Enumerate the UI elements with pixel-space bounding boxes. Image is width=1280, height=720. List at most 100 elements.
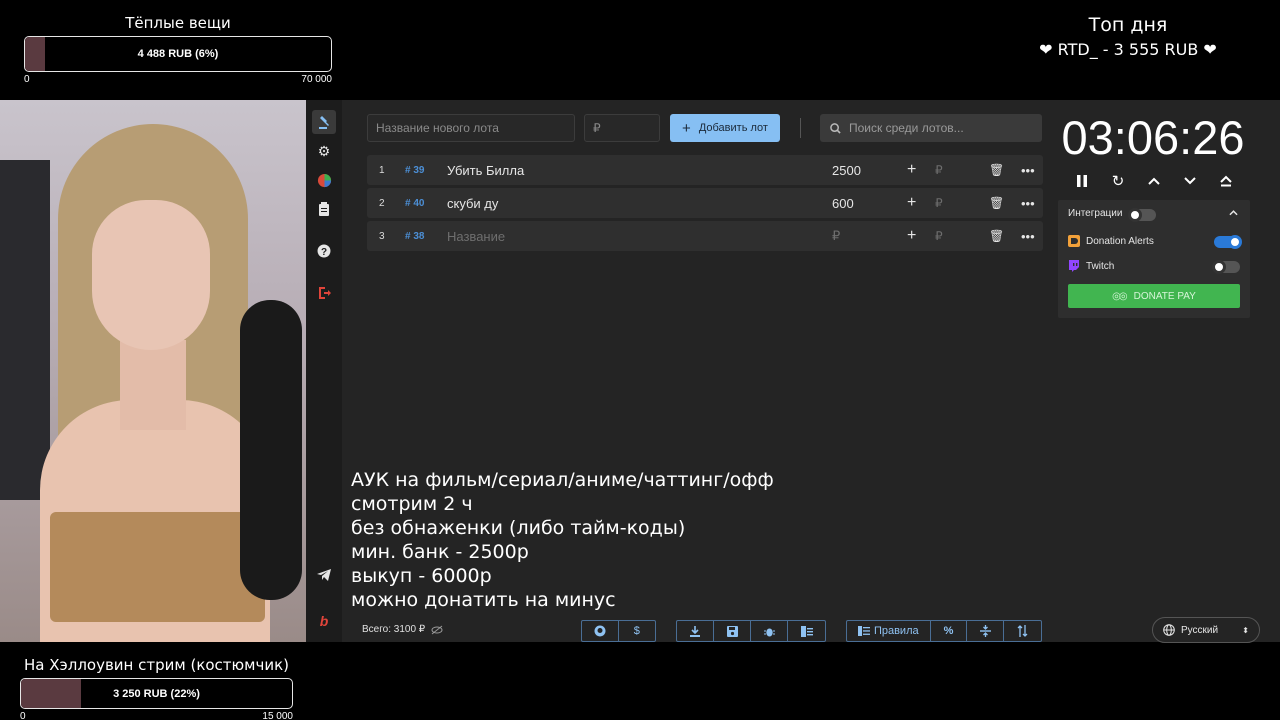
download-icon[interactable] <box>677 621 714 641</box>
gavel-icon[interactable] <box>312 110 336 134</box>
lot-amount-input[interactable]: ₽ <box>584 114 660 142</box>
save-icon[interactable] <box>714 621 751 641</box>
chevron-down-icon[interactable] <box>1178 170 1202 192</box>
bug-icon[interactable] <box>751 621 788 641</box>
lot-name[interactable]: Название <box>447 221 505 251</box>
add-amount-icon[interactable]: + <box>907 188 916 218</box>
twitch-toggle[interactable] <box>1212 260 1240 274</box>
select-arrows-icon: ⬍ <box>1242 625 1249 635</box>
eye-off-icon[interactable] <box>431 625 443 635</box>
rules-label: Правила <box>873 625 919 637</box>
boosty-icon[interactable]: b <box>312 609 336 633</box>
rule-line: смотрим 2 ч <box>351 493 473 515</box>
goal-scale: 0 15 000 <box>20 711 293 720</box>
rule-line: можно донатить на минус <box>351 589 616 611</box>
sort-icon[interactable] <box>1004 621 1041 641</box>
chevron-up-icon[interactable] <box>1142 170 1166 192</box>
total-label: Всего: 3100 ₽ <box>362 624 426 635</box>
footer-group-links: $ <box>581 620 656 642</box>
twitch-label: Twitch <box>1086 260 1115 272</box>
add-lot-label: Добавить лот <box>698 122 768 134</box>
total-amount: Всего: 3100 ₽ <box>362 624 443 635</box>
trash-icon[interactable]: 🗑 <box>989 155 1004 185</box>
gear-icon[interactable]: ⚙ <box>312 139 336 163</box>
webcam-feed <box>0 100 306 642</box>
lot-id: # 40 <box>405 197 425 209</box>
add-amount-icon[interactable]: + <box>907 221 916 251</box>
add-amount-icon[interactable]: + <box>907 155 916 185</box>
pie-chart-icon[interactable] <box>312 168 336 192</box>
lot-id: # 38 <box>405 230 425 242</box>
goal-title: На Хэллоувин стрим (костюмчик) <box>23 656 290 674</box>
lot-row: 1 # 39 Убить Билла 2500 + ₽ 🗑 ••• <box>367 155 1043 185</box>
goal-widget-bottom: На Хэллоувин стрим (костюмчик) 3 250 RUB… <box>20 656 293 720</box>
eject-icon[interactable] <box>1214 170 1238 192</box>
more-icon[interactable]: ••• <box>1021 221 1035 251</box>
top-day-widget: Топ дня ❤ RTD_ - 3 555 RUB ❤ <box>1038 14 1218 59</box>
goal-min: 0 <box>20 711 26 720</box>
clipboard-icon[interactable] <box>312 197 336 221</box>
plus-icon: + <box>682 119 691 137</box>
archive-icon[interactable] <box>788 621 825 641</box>
donate-pay-icon: ◎◎ <box>1112 290 1128 302</box>
goal-widget-top: Тёплые вещи 4 488 RUB (6%) 0 70 000 <box>24 14 332 85</box>
lot-row: 2 # 40 скуби ду 600 + ₽ 🗑 ••• <box>367 188 1043 218</box>
add-lot-button[interactable]: + Добавить лот <box>670 114 780 142</box>
sidebar: ⚙ ? b <box>306 100 342 642</box>
rule-line: без обнаженки (либо тайм-коды) <box>351 517 686 539</box>
more-icon[interactable]: ••• <box>1021 188 1035 218</box>
integrations-toggle[interactable] <box>1128 208 1156 222</box>
rules-button[interactable]: Правила <box>847 621 931 641</box>
globe-icon <box>1163 624 1175 636</box>
lot-amount[interactable]: ₽ <box>832 221 840 251</box>
lot-amount[interactable]: 2500 <box>832 155 861 185</box>
ruble-input[interactable]: ₽ <box>935 188 943 218</box>
github-icon[interactable] <box>582 621 619 641</box>
rule-line: АУК на фильм/сериал/аниме/чаттинг/офф <box>351 469 774 491</box>
chevron-up-icon[interactable] <box>1229 208 1238 219</box>
goal-max: 70 000 <box>301 74 332 85</box>
lot-row: 3 # 38 Название ₽ + ₽ 🗑 ••• <box>367 221 1043 251</box>
trash-icon[interactable]: 🗑 <box>989 188 1004 218</box>
split-icon[interactable] <box>967 621 1005 641</box>
search-input[interactable]: Поиск среди лотов... <box>820 114 1042 142</box>
pause-icon[interactable] <box>1070 170 1094 192</box>
lot-name[interactable]: Убить Билла <box>447 155 524 185</box>
webcam-top <box>50 512 265 622</box>
donation-alerts-icon <box>1068 235 1080 247</box>
ruble-input[interactable]: ₽ <box>935 221 943 251</box>
lot-number: 3 <box>379 230 385 242</box>
ruble-input[interactable]: ₽ <box>935 155 943 185</box>
donate-pay-button[interactable]: ◎◎ DONATE PAY <box>1068 284 1240 308</box>
more-icon[interactable]: ••• <box>1021 155 1035 185</box>
dollar-icon[interactable]: $ <box>619 621 656 641</box>
webcam-neck <box>120 340 186 430</box>
restart-icon[interactable]: ↻ <box>1106 170 1130 192</box>
twitch-icon <box>1069 260 1079 272</box>
webcam-microphone <box>240 300 302 600</box>
goal-title: Тёплые вещи <box>125 14 231 32</box>
percent-icon[interactable]: % <box>931 621 968 641</box>
lot-name[interactable]: скуби ду <box>447 188 498 218</box>
webcam-chair <box>0 160 50 500</box>
twitch-row: Twitch <box>1068 260 1114 272</box>
auction-rules-overlay: АУК на фильм/сериал/аниме/чаттинг/офф см… <box>351 468 774 612</box>
telegram-icon[interactable] <box>312 563 336 587</box>
footer-group-data <box>676 620 826 642</box>
donation-alerts-row: Donation Alerts <box>1068 235 1154 247</box>
lot-amount[interactable]: 600 <box>832 188 854 218</box>
help-icon[interactable]: ? <box>312 239 336 263</box>
goal-progress-text: 4 488 RUB (6%) <box>137 48 219 60</box>
donation-alerts-toggle[interactable] <box>1214 235 1242 249</box>
search-placeholder: Поиск среди лотов... <box>849 121 964 135</box>
svg-text:?: ? <box>321 247 327 258</box>
trash-icon[interactable]: 🗑 <box>989 221 1004 251</box>
lot-name-input[interactable]: Название нового лота <box>367 114 575 142</box>
language-select[interactable]: Русский ⬍ <box>1152 617 1260 643</box>
lot-id: # 39 <box>405 164 425 176</box>
lot-number: 1 <box>379 164 385 176</box>
rules-icon <box>857 626 870 636</box>
search-icon <box>830 122 841 134</box>
logout-icon[interactable] <box>312 281 336 305</box>
auction-app: ⚙ ? b Название нового лота ₽ + Добавить … <box>306 100 1280 643</box>
